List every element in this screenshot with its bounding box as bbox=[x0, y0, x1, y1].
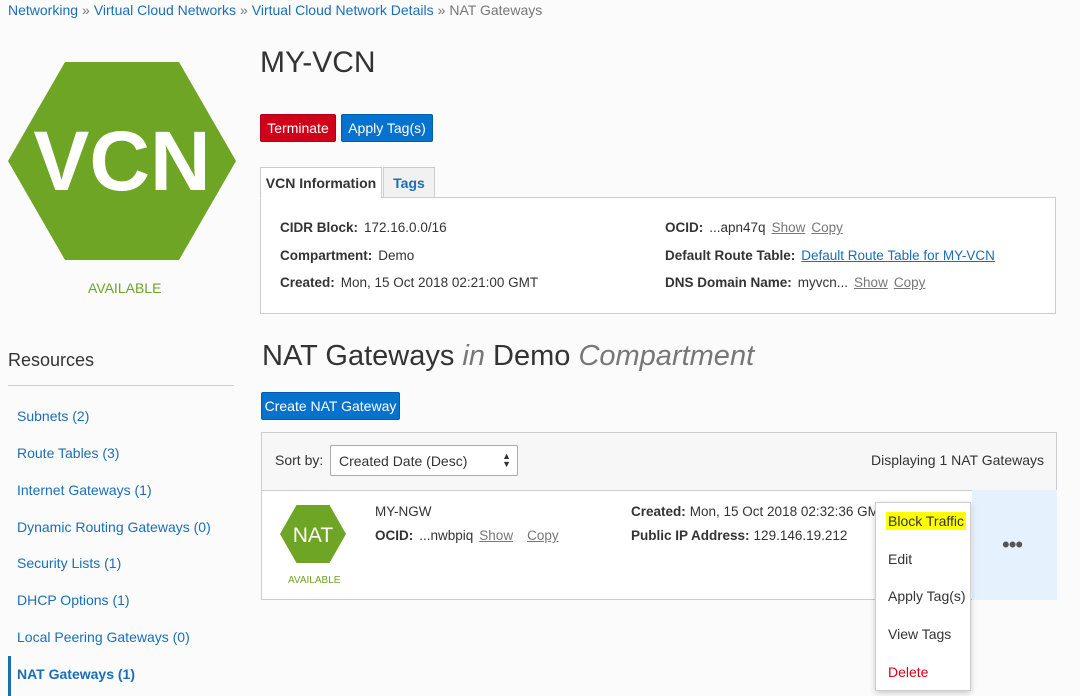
created-label: Created: bbox=[280, 275, 335, 290]
compartment-value: Demo bbox=[378, 248, 415, 263]
resource-dynamic-routing-gateways[interactable]: Dynamic Routing Gateways (0) bbox=[17, 519, 211, 535]
menu-item-block-traffic[interactable]: Block Traffic bbox=[886, 512, 966, 530]
row-actions-cell: ••• bbox=[972, 490, 1057, 600]
nat-ocid-value: ...nwbpiq bbox=[419, 528, 474, 543]
tab-vcn-information[interactable]: VCN Information bbox=[260, 167, 382, 199]
created-value: Mon, 15 Oct 2018 02:21:00 GMT bbox=[340, 275, 539, 290]
resource-security-lists[interactable]: Security Lists (1) bbox=[17, 555, 121, 571]
terminate-button[interactable]: Terminate bbox=[260, 114, 336, 142]
resource-internet-gateways[interactable]: Internet Gateways (1) bbox=[17, 482, 152, 498]
tab-tags[interactable]: Tags bbox=[383, 167, 435, 199]
display-count: Displaying 1 NAT Gateways bbox=[871, 452, 1044, 468]
compartment-row: Compartment: Demo bbox=[280, 248, 414, 263]
nat-ocid-label: OCID: bbox=[375, 528, 414, 543]
nat-created-value: Mon, 15 Oct 2018 02:32:36 GMT bbox=[689, 504, 888, 519]
cidr-row: CIDR Block: 172.16.0.0/16 bbox=[280, 220, 447, 235]
breadcrumb: Networking» Virtual Cloud Networks» Virtua… bbox=[8, 2, 542, 18]
nat-ocid-row: OCID: ...nwbpiq Show Copy bbox=[375, 528, 559, 543]
resource-nat-gateways[interactable]: NAT Gateways (1) bbox=[17, 666, 135, 682]
dns-value: myvcn... bbox=[797, 275, 849, 290]
list-header: Sort by: Created Date (Desc) ▲ ▼ Displayi… bbox=[262, 433, 1056, 491]
nat-logo-text: NAT bbox=[293, 524, 334, 547]
dns-row: DNS Domain Name: myvcn... Show Copy bbox=[665, 275, 925, 290]
section-title-in: in bbox=[462, 340, 485, 372]
route-table-row: Default Route Table: Default Route Table … bbox=[665, 248, 995, 263]
resource-local-peering-gateways[interactable]: Local Peering Gateways (0) bbox=[17, 629, 190, 645]
resource-subnets[interactable]: Subnets (2) bbox=[17, 408, 89, 424]
dns-show-link[interactable]: Show bbox=[854, 275, 888, 290]
ocid-label: OCID: bbox=[665, 220, 704, 235]
select-arrows-icon: ▲ ▼ bbox=[502, 451, 511, 469]
vcn-status: AVAILABLE bbox=[88, 280, 162, 296]
resource-dhcp-options[interactable]: DHCP Options (1) bbox=[17, 592, 130, 608]
dns-copy-link[interactable]: Copy bbox=[894, 275, 926, 290]
sort-select[interactable]: Created Date (Desc) ▲ ▼ bbox=[330, 445, 518, 476]
vcn-hexagon-icon: VCN bbox=[8, 62, 236, 260]
breadcrumb-separator: » bbox=[239, 2, 248, 18]
route-table-label: Default Route Table: bbox=[665, 248, 796, 263]
section-title-compartment: Demo bbox=[493, 340, 571, 372]
ocid-value: ...apn47q bbox=[709, 220, 766, 235]
nat-ip-label: Public IP Address: bbox=[631, 528, 750, 543]
sort-label: Sort by: bbox=[275, 452, 324, 468]
menu-item-apply-tags[interactable]: Apply Tag(s) bbox=[888, 588, 966, 604]
resources-title: Resources bbox=[8, 350, 95, 370]
create-nat-gateway-button[interactable]: Create NAT Gateway bbox=[261, 392, 400, 420]
active-indicator bbox=[8, 656, 11, 696]
nat-ocid-copy-link[interactable]: Copy bbox=[527, 528, 559, 543]
menu-item-edit[interactable]: Edit bbox=[888, 551, 912, 567]
breadcrumb-vcn-details[interactable]: Virtual Cloud Network Details bbox=[252, 2, 434, 18]
cidr-value: 172.16.0.0/16 bbox=[364, 220, 447, 235]
more-actions-icon[interactable]: ••• bbox=[1002, 532, 1023, 558]
page-title: MY-VCN bbox=[260, 46, 376, 79]
ocid-copy-link[interactable]: Copy bbox=[811, 220, 843, 235]
nat-ocid-show-link[interactable]: Show bbox=[479, 528, 513, 543]
breadcrumb-separator: » bbox=[437, 2, 446, 18]
menu-item-delete[interactable]: Delete bbox=[888, 664, 928, 680]
breadcrumb-separator: » bbox=[82, 2, 90, 18]
apply-tags-button[interactable]: Apply Tag(s) bbox=[341, 114, 433, 142]
ocid-show-link[interactable]: Show bbox=[772, 220, 806, 235]
breadcrumb-current: NAT Gateways bbox=[449, 2, 543, 18]
nat-name[interactable]: MY-NGW bbox=[375, 504, 432, 519]
breadcrumb-vcns[interactable]: Virtual Cloud Networks bbox=[94, 2, 236, 18]
nat-status: AVAILABLE bbox=[288, 575, 341, 586]
sort-select-value: Created Date (Desc) bbox=[339, 452, 468, 469]
section-title-main: NAT Gateways bbox=[262, 340, 455, 372]
cidr-label: CIDR Block: bbox=[280, 220, 359, 235]
section-title: NAT Gateways in Demo Compartment bbox=[262, 340, 754, 373]
compartment-label: Compartment: bbox=[280, 248, 373, 263]
nat-hexagon-icon: NAT bbox=[280, 505, 346, 563]
nat-ip-value: 129.146.19.212 bbox=[753, 528, 848, 543]
menu-item-view-tags[interactable]: View Tags bbox=[888, 626, 951, 642]
nat-created-row: Created: Mon, 15 Oct 2018 02:32:36 GMT bbox=[631, 504, 887, 519]
vcn-info-panel: CIDR Block: 172.16.0.0/16 Compartment: Dem… bbox=[260, 197, 1056, 314]
actions-menu: Block Traffic Edit Apply Tag(s) View Tag… bbox=[875, 502, 971, 691]
nat-created-label: Created: bbox=[631, 504, 686, 519]
ocid-row: OCID: ...apn47q Show Copy bbox=[665, 220, 843, 235]
route-table-link[interactable]: Default Route Table for MY-VCN bbox=[801, 248, 995, 263]
resources-divider bbox=[8, 385, 234, 386]
nat-ip-row: Public IP Address: 129.146.19.212 bbox=[631, 528, 847, 543]
vcn-logo-text: VCN bbox=[33, 114, 210, 208]
section-title-suffix: Compartment bbox=[578, 340, 755, 372]
dns-label: DNS Domain Name: bbox=[665, 275, 792, 290]
resource-route-tables[interactable]: Route Tables (3) bbox=[17, 445, 119, 461]
created-row: Created: Mon, 15 Oct 2018 02:21:00 GMT bbox=[280, 275, 538, 290]
breadcrumb-networking[interactable]: Networking bbox=[8, 2, 78, 18]
